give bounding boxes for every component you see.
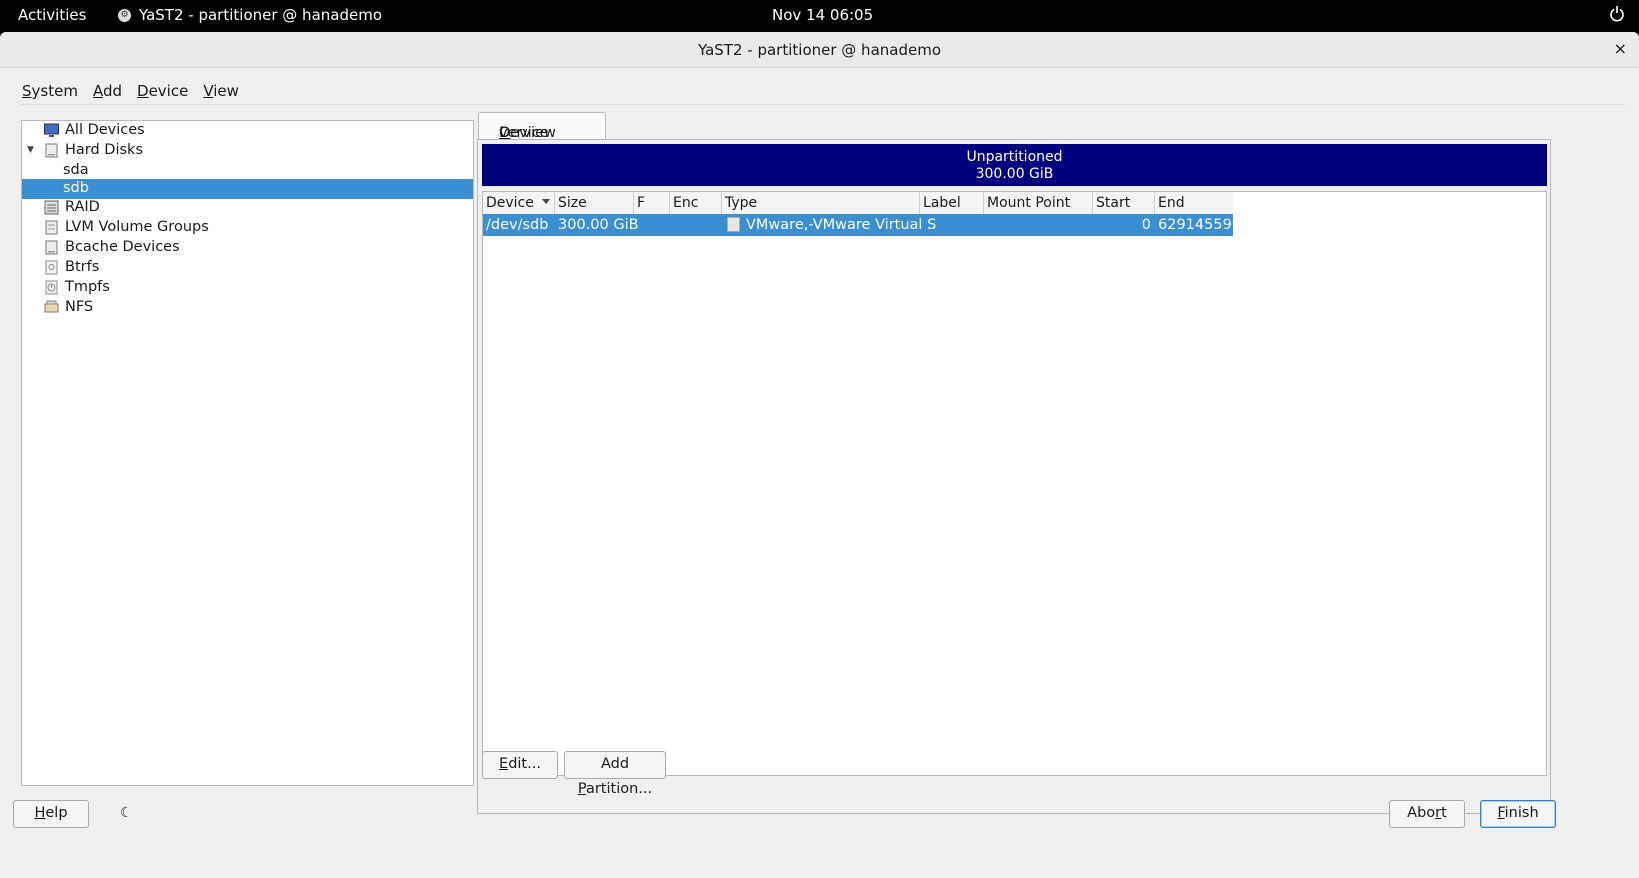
power-icon[interactable] (1609, 5, 1625, 23)
tab-device-overview[interactable]: Device Overview (478, 112, 606, 141)
tree-item-btrfs[interactable]: Btrfs (22, 258, 473, 278)
abort-button[interactable]: Abort (1389, 800, 1465, 828)
column-header-enc[interactable]: Enc (670, 192, 722, 214)
column-header-start[interactable]: Start (1093, 192, 1155, 214)
tree-item-tmpfs[interactable]: Tmpfs (22, 278, 473, 298)
activities-button[interactable]: Activities (18, 6, 86, 24)
clock[interactable]: Nov 14 06:05 (772, 6, 873, 24)
tree-item-all-devices[interactable]: All Devices (22, 121, 473, 141)
menu-system[interactable]: System (22, 82, 78, 100)
app-menu-label: YaST2 - partitioner @ hanademo (139, 6, 382, 24)
device-tree[interactable]: All Devices ▼ Hard Disks sda sdb RAID LV… (21, 120, 474, 786)
nfs-icon (44, 300, 59, 313)
cell-type: VMware,-VMware Virtual S (746, 217, 937, 233)
column-header-end[interactable]: End (1155, 192, 1233, 214)
column-header-label[interactable]: Label (920, 192, 984, 214)
table-row[interactable]: /dev/sdb 300.00 GiB VMware,-VMware Virtu… (483, 214, 1241, 236)
column-header-device[interactable]: Device (483, 192, 555, 214)
menu-view[interactable]: View (203, 82, 239, 100)
cell-start: 0 (1141, 217, 1151, 233)
menu-bar: System Add Device View (22, 82, 239, 100)
tree-item-lvm[interactable]: LVM Volume Groups (22, 218, 473, 238)
monitor-icon (44, 123, 59, 137)
cell-device: /dev/sdb (486, 217, 549, 233)
lvm-icon (45, 220, 58, 235)
window-title: YaST2 - partitioner @ hanademo (698, 41, 941, 59)
disk-type-icon (727, 217, 740, 232)
dark-mode-icon[interactable]: ☾ (120, 805, 133, 821)
unpartitioned-label: Unpartitioned (966, 149, 1063, 165)
column-header-f[interactable]: F (634, 192, 670, 214)
bcache-icon (45, 240, 58, 255)
unpartitioned-size: 300.00 GiB (975, 166, 1054, 182)
app-menu[interactable]: ⚙ YaST2 - partitioner @ hanademo (118, 6, 382, 24)
menu-add[interactable]: Add (93, 82, 122, 100)
hard-disk-icon (45, 143, 58, 158)
menu-separator (20, 104, 1625, 105)
sort-arrow-icon (542, 199, 550, 204)
cell-end: 629145599 (1158, 217, 1242, 233)
partitioner-window: YaST2 - partitioner @ hanademo × System … (0, 32, 1639, 878)
raid-icon (44, 200, 59, 215)
close-icon[interactable]: × (1614, 39, 1627, 58)
edit-button[interactable]: Edit... (482, 751, 558, 779)
gnome-top-bar: Activities ⚙ YaST2 - partitioner @ hanad… (0, 0, 1639, 31)
menu-device[interactable]: Device (137, 82, 188, 100)
tree-item-nfs[interactable]: NFS (22, 298, 473, 318)
column-header-mount-point[interactable]: Mount Point (984, 192, 1093, 214)
tmpfs-icon (45, 280, 58, 295)
finish-button[interactable]: Finish (1480, 800, 1556, 828)
cell-size: 300.00 GiB (558, 217, 639, 233)
tree-item-raid[interactable]: RAID (22, 198, 473, 218)
window-titlebar: YaST2 - partitioner @ hanademo × (0, 32, 1639, 68)
add-partition-button[interactable]: Add Partition... (564, 751, 666, 797)
column-header-type[interactable]: Type (722, 192, 920, 214)
column-header-size[interactable]: Size (555, 192, 634, 214)
unpartitioned-bar[interactable]: Unpartitioned 300.00 GiB (482, 144, 1547, 186)
tree-item-bcache[interactable]: Bcache Devices (22, 238, 473, 258)
help-button[interactable]: Help (13, 800, 89, 828)
tree-item-sda[interactable]: sda (22, 161, 473, 181)
btrfs-icon (45, 260, 58, 275)
expander-down-icon[interactable]: ▼ (27, 145, 34, 155)
table-header: Device Size F Enc Type Label Mount Point… (483, 192, 1233, 215)
tree-item-sdb[interactable]: sdb (22, 179, 473, 199)
device-table[interactable]: Device Size F Enc Type Label Mount Point… (482, 191, 1547, 776)
yast-app-icon: ⚙ (118, 8, 131, 22)
tree-item-hard-disks[interactable]: ▼ Hard Disks (22, 141, 473, 161)
